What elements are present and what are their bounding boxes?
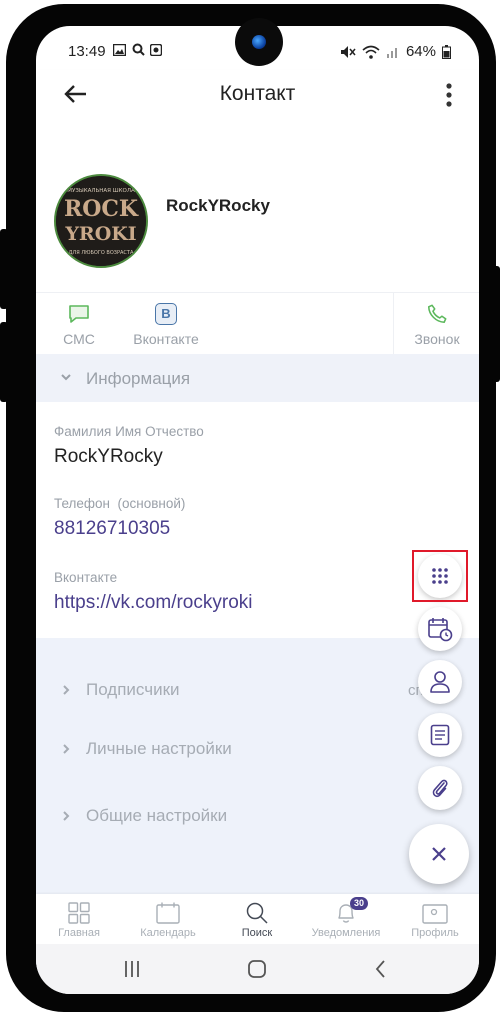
system-navigation (36, 944, 479, 994)
nav-calendar-label: Календарь (140, 927, 196, 939)
calendar-event-button[interactable] (418, 607, 462, 651)
search-icon (246, 902, 268, 924)
divider (393, 293, 394, 355)
nav-home-label: Главная (58, 927, 100, 939)
volume-button (0, 229, 8, 309)
grid-icon (68, 902, 90, 924)
general-settings-group[interactable]: Общие настройки (60, 806, 227, 826)
note-icon (430, 724, 450, 746)
sms-action[interactable]: СМС (52, 301, 106, 347)
recent-apps-icon[interactable] (121, 958, 143, 980)
subscribers-label: Подписчики (86, 680, 180, 699)
power-button (492, 266, 500, 382)
signal-icon (386, 48, 397, 58)
nav-search[interactable]: Поиск (217, 900, 297, 939)
search-icon (132, 43, 145, 56)
notification-badge: 30 (350, 897, 369, 910)
logo-line1: ROCK (64, 196, 139, 222)
nav-notifications-label: Уведомления (311, 927, 381, 939)
nav-notifications[interactable]: 30 Уведомления (306, 897, 386, 939)
calendar-icon (156, 902, 180, 924)
sms-label: СМС (63, 331, 95, 347)
call-action[interactable]: Звонок (404, 301, 470, 347)
attach-button[interactable] (418, 766, 462, 810)
phone-label: Телефон (основной) (54, 496, 186, 511)
nav-search-label: Поиск (241, 927, 273, 939)
nav-profile[interactable]: Профиль (395, 900, 475, 939)
screen: 13:49 64% Контакт МУЗЫКАЛЬНАЯ ШКОЛА ROCK… (36, 26, 479, 994)
user-button[interactable] (418, 660, 462, 704)
user-icon (430, 671, 450, 693)
message-icon (69, 305, 89, 323)
vk-label: Вконтакте (133, 331, 199, 347)
phone-icon (427, 304, 447, 324)
nav-calendar[interactable]: Календарь (128, 900, 208, 939)
vk-icon: В (155, 303, 177, 325)
more-vertical-icon[interactable] (439, 82, 459, 108)
status-time: 13:49 (68, 43, 106, 60)
subscribers-group[interactable]: Подписчики (60, 680, 180, 700)
personal-settings-label: Личные настройки (86, 739, 232, 758)
battery-icon (442, 44, 451, 59)
vk-link[interactable]: https://vk.com/rockyroki (54, 592, 253, 614)
front-camera (235, 18, 283, 66)
paperclip-icon (432, 779, 448, 798)
call-label: Звонок (414, 331, 460, 347)
avatar: МУЗЫКАЛЬНАЯ ШКОЛА ROCK YROKI ДЛЯ ЛЮБОГО … (54, 174, 148, 268)
status-notification-icons (112, 43, 163, 59)
chevron-right-icon (63, 685, 70, 695)
phone-frame: 13:49 64% Контакт МУЗЫКАЛЬНАЯ ШКОЛА ROCK… (0, 4, 500, 1012)
wifi-icon (362, 45, 380, 59)
close-fab-button[interactable] (409, 824, 469, 884)
logo-bottom-text: ДЛЯ ЛЮБОГО ВОЗРАСТА (69, 250, 134, 256)
quick-actions: СМС В Вконтакте Звонок (36, 292, 479, 355)
status-right-icons: 64% (340, 43, 451, 60)
vk-field-label: Вконтакте (54, 570, 118, 585)
fullname-label: Фамилия Имя Отчество (54, 424, 204, 439)
info-section-header[interactable]: Информация (36, 354, 479, 402)
chevron-down-icon (61, 374, 71, 381)
profile-card-icon (422, 904, 448, 924)
vk-action[interactable]: В Вконтакте (120, 301, 212, 347)
school-logo: МУЗЫКАЛЬНАЯ ШКОЛА ROCK YROKI ДЛЯ ЛЮБОГО … (56, 176, 146, 266)
general-settings-label: Общие настройки (86, 806, 228, 825)
phone-value[interactable]: 88126710305 (54, 518, 170, 540)
calendar-clock-icon (428, 618, 453, 642)
image-icon (112, 43, 127, 57)
home-icon[interactable] (246, 958, 268, 980)
close-icon (432, 847, 446, 861)
fullname-value: RockYRocky (54, 446, 163, 467)
bottom-navigation: Главная Календарь Поиск 30 Уведомления П… (36, 894, 479, 944)
mute-icon (340, 45, 356, 58)
personal-settings-group[interactable]: Личные настройки (60, 739, 232, 759)
info-section-title: Информация (86, 369, 191, 388)
highlight-box (412, 550, 468, 602)
nav-home[interactable]: Главная (39, 900, 119, 939)
nav-profile-label: Профиль (411, 927, 459, 939)
volume-button-2 (0, 322, 8, 402)
chevron-right-icon (63, 811, 70, 821)
app-bar: Контакт (36, 70, 479, 118)
contact-profile: МУЗЫКАЛЬНАЯ ШКОЛА ROCK YROKI ДЛЯ ЛЮБОГО … (36, 118, 479, 314)
contact-name: RockYRocky (166, 196, 270, 215)
note-button[interactable] (418, 713, 462, 757)
page-title: Контакт (219, 82, 296, 105)
logo-line2: YROKI (64, 223, 136, 245)
battery-percent: 64% (405, 43, 436, 60)
info-fields: Фамилия Имя Отчество RockYRocky Телефон … (36, 402, 479, 638)
back-icon[interactable] (370, 958, 392, 980)
logo-top-text: МУЗЫКАЛЬНАЯ ШКОЛА (67, 188, 135, 194)
chevron-right-icon (63, 744, 70, 754)
record-icon (150, 43, 163, 57)
